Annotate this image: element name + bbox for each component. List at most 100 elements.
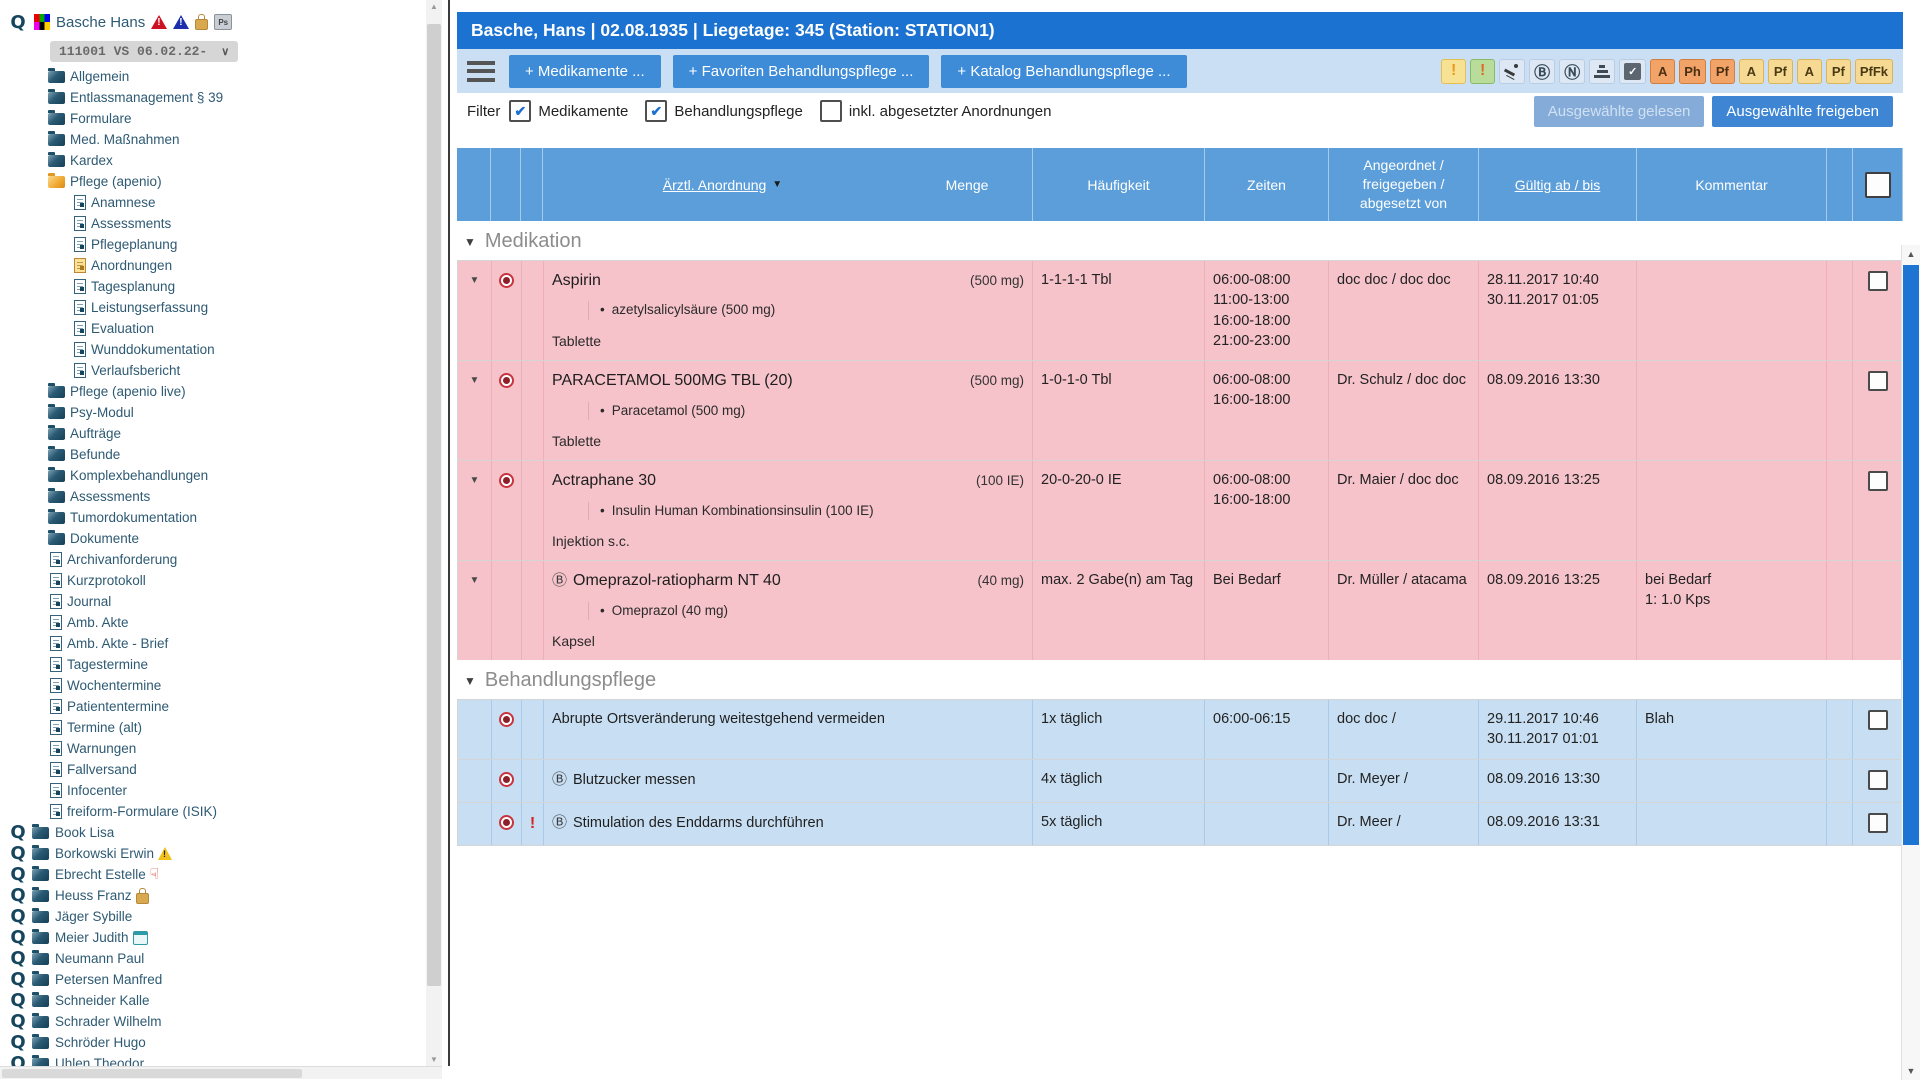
sidebar-item-med-maßnahmen[interactable]: Med. Maßnahmen xyxy=(0,129,426,150)
sidebar-item-evaluation[interactable]: Evaluation xyxy=(0,318,426,339)
patient-item-schneider-kalle[interactable]: Schneider Kalle xyxy=(0,990,426,1011)
row-select-checkbox[interactable] xyxy=(1868,710,1888,730)
sidebar-item-amb-akte[interactable]: Amb. Akte xyxy=(0,612,426,633)
pyramid-badge[interactable] xyxy=(1589,59,1615,84)
toolbar-button-medikamente[interactable]: + Medikamente ... xyxy=(509,55,661,88)
sidebar-item-patiententermine[interactable]: Patiententermine xyxy=(0,696,426,717)
checkbox-medikamente[interactable] xyxy=(509,100,531,122)
sidebar-item-wunddokumentation[interactable]: Wunddokumentation xyxy=(0,339,426,360)
yellow-badge[interactable]: Pf xyxy=(1826,59,1851,84)
checkbox-behandlungspflege[interactable] xyxy=(645,100,667,122)
sidebar-item-anamnese[interactable]: Anamnese xyxy=(0,192,426,213)
sidebar-item-allgemein[interactable]: Allgemein xyxy=(0,66,426,87)
patient-item-schröder-hugo[interactable]: Schröder Hugo xyxy=(0,1032,426,1053)
circle-n-badge[interactable]: Ⓝ xyxy=(1559,59,1585,84)
order-row-actraphane-30[interactable]: ▼Actraphane 30(100 IE)•Insulin Human Kom… xyxy=(457,460,1903,560)
patient-item-petersen-manfred[interactable]: Petersen Manfred xyxy=(0,969,426,990)
patient-item-heuss-franz[interactable]: Heuss Franz xyxy=(0,885,426,906)
exclamation-yellow-badge[interactable]: ! xyxy=(1441,59,1466,84)
expand-row-icon[interactable]: ▼ xyxy=(470,574,480,660)
collapse-section-icon[interactable]: ▼ xyxy=(464,674,476,688)
expand-row-icon[interactable]: ▼ xyxy=(470,374,480,460)
orange-badge[interactable]: Pf xyxy=(1710,59,1735,84)
sidebar-item-pflege-apenio-live[interactable]: Pflege (apenio live) xyxy=(0,381,426,402)
exclamation-green-badge[interactable]: ! xyxy=(1470,59,1495,84)
yellow-badge[interactable]: PfFk xyxy=(1855,59,1893,84)
yellow-badge[interactable]: A xyxy=(1739,59,1764,84)
unread-eye-icon[interactable] xyxy=(499,772,514,787)
patient-item-neumann-paul[interactable]: Neumann Paul xyxy=(0,948,426,969)
sidebar-item-komplexbehandlungen[interactable]: Komplexbehandlungen xyxy=(0,465,426,486)
sidebar-item-freiform-formulare-isik[interactable]: freiform-Formulare (ISIK) xyxy=(0,801,426,822)
scroll-up-icon[interactable]: ▲ xyxy=(426,2,442,11)
patient-item-ebrecht-estelle[interactable]: Ebrecht Estelle☟ xyxy=(0,864,426,885)
orange-badge[interactable]: Ph xyxy=(1679,59,1706,84)
order-row-aspirin[interactable]: ▼Aspirin(500 mg)•azetylsalicylsäure (500… xyxy=(457,260,1903,360)
order-row-stimulation-des-enddarms-durchführen[interactable]: !ⒷStimulation des Enddarms durchführen5x… xyxy=(457,802,1903,846)
sidebar-item-formulare[interactable]: Formulare xyxy=(0,108,426,129)
ausgewählte-gelesen-button[interactable]: Ausgewählte gelesen xyxy=(1534,96,1705,127)
checkbox-inkl-abgesetzter-anordnungen[interactable] xyxy=(820,100,842,122)
sidebar-item-tagestermine[interactable]: Tagestermine xyxy=(0,654,426,675)
patient-item-meier-judith[interactable]: Meier Judith xyxy=(0,927,426,948)
sidebar-item-infocenter[interactable]: Infocenter xyxy=(0,780,426,801)
sidebar-item-tumordokumentation[interactable]: Tumordokumentation xyxy=(0,507,426,528)
order-row-omeprazol-ratiopharm-nt-40[interactable]: ▼ⒷOmeprazol-ratiopharm NT 40(40 mg)•Omep… xyxy=(457,560,1903,660)
unread-eye-icon[interactable] xyxy=(499,473,514,488)
patient-item-uhlen-theodor[interactable]: Uhlen Theodor xyxy=(0,1053,426,1066)
scroll-up-icon[interactable]: ▲ xyxy=(1902,249,1920,259)
sidebar-item-warnungen[interactable]: Warnungen xyxy=(0,738,426,759)
order-row-blutzucker-messen[interactable]: ⒷBlutzucker messen4x täglichDr. Meyer /0… xyxy=(457,759,1903,802)
yellow-badge[interactable]: Pf xyxy=(1768,59,1793,84)
sidebar-item-psy-modul[interactable]: Psy-Modul xyxy=(0,402,426,423)
patient-item-borkowski-erwin[interactable]: Borkowski Erwin xyxy=(0,843,426,864)
menu-icon[interactable] xyxy=(467,61,495,82)
sidebar-item-kardex[interactable]: Kardex xyxy=(0,150,426,171)
patient-item-book-lisa[interactable]: Book Lisa xyxy=(0,822,426,843)
edit-check-badge[interactable]: ✓ xyxy=(1619,59,1646,84)
sidebar-item-fallversand[interactable]: Fallversand xyxy=(0,759,426,780)
toolbar-button-favoriten-behandlungspflege[interactable]: + Favoriten Behandlungspflege ... xyxy=(673,55,930,88)
sidebar-hscrollbar-thumb[interactable] xyxy=(2,1069,302,1078)
yellow-badge[interactable]: A xyxy=(1797,59,1822,84)
order-row-abrupte-ortsveränderung-weitestgehend-vermeiden[interactable]: Abrupte Ortsveränderung weitestgehend ve… xyxy=(457,699,1903,759)
sidebar-item-kurzprotokoll[interactable]: Kurzprotokoll xyxy=(0,570,426,591)
unread-eye-icon[interactable] xyxy=(499,273,514,288)
sidebar-item-assessments[interactable]: Assessments xyxy=(0,486,426,507)
patient-item-jäger-sybille[interactable]: Jäger Sybille xyxy=(0,906,426,927)
scroll-down-icon[interactable]: ▼ xyxy=(1902,1066,1920,1076)
sidebar-item-dokumente[interactable]: Dokumente xyxy=(0,528,426,549)
circle-b-badge[interactable]: Ⓑ xyxy=(1529,59,1555,84)
sidebar-item-aufträge[interactable]: Aufträge xyxy=(0,423,426,444)
row-select-checkbox[interactable] xyxy=(1868,471,1888,491)
fall-risk-badge[interactable] xyxy=(1499,59,1525,84)
row-select-checkbox[interactable] xyxy=(1868,271,1888,291)
sidebar-item-tagesplanung[interactable]: Tagesplanung xyxy=(0,276,426,297)
current-patient-header[interactable]: Basche Hans Ps xyxy=(0,8,426,36)
order-row-paracetamol-500mg-tbl-20[interactable]: ▼PARACETAMOL 500MG TBL (20)(500 mg)•Para… xyxy=(457,360,1903,460)
unread-eye-icon[interactable] xyxy=(499,373,514,388)
orange-badge[interactable]: A xyxy=(1650,59,1675,84)
sidebar-vertical-scrollbar[interactable]: ▲ ▼ xyxy=(426,0,442,1066)
main-scrollbar-thumb[interactable] xyxy=(1903,265,1919,845)
select-all-checkbox[interactable] xyxy=(1865,172,1891,198)
sidebar-item-leistungserfassung[interactable]: Leistungserfassung xyxy=(0,297,426,318)
main-vertical-scrollbar[interactable]: ▲ ▼ xyxy=(1901,245,1920,1080)
ausgewählte-freigeben-button[interactable]: Ausgewählte freigeben xyxy=(1712,96,1893,127)
sidebar-scrollbar-thumb[interactable] xyxy=(427,24,441,986)
row-select-checkbox[interactable] xyxy=(1868,371,1888,391)
expand-row-icon[interactable]: ▼ xyxy=(470,274,480,360)
collapse-section-icon[interactable]: ▼ xyxy=(464,235,476,249)
sidebar-item-befunde[interactable]: Befunde xyxy=(0,444,426,465)
sidebar-item-anordnungen[interactable]: Anordnungen xyxy=(0,255,426,276)
unread-eye-icon[interactable] xyxy=(499,712,514,727)
expand-row-icon[interactable]: ▼ xyxy=(470,474,480,560)
sidebar-item-archivanforderung[interactable]: Archivanforderung xyxy=(0,549,426,570)
sidebar-item-pflege-apenio[interactable]: Pflege (apenio) xyxy=(0,171,426,192)
toolbar-button-katalog-behandlungspflege[interactable]: + Katalog Behandlungspflege ... xyxy=(941,55,1186,88)
row-select-checkbox[interactable] xyxy=(1868,813,1888,833)
sidebar-item-termine-alt[interactable]: Termine (alt) xyxy=(0,717,426,738)
sidebar-item-entlassmanagement-39[interactable]: Entlassmanagement § 39 xyxy=(0,87,426,108)
sidebar-item-pflegeplanung[interactable]: Pflegeplanung xyxy=(0,234,426,255)
unread-eye-icon[interactable] xyxy=(499,815,514,830)
